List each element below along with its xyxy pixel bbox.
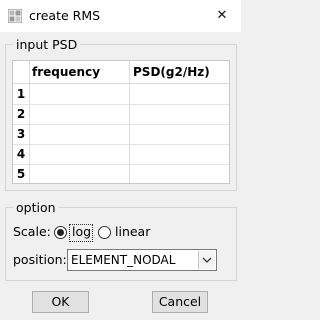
row-number: 3 (16, 127, 26, 141)
column-header-frequency[interactable]: frequency (32, 65, 100, 79)
create-rms-dialog: create RMS ✕ input PSD frequency PSD(g2/… (0, 0, 241, 320)
scale-log-radio[interactable] (54, 226, 67, 239)
window-title: create RMS (29, 8, 101, 23)
table-row[interactable]: 5 (13, 164, 229, 184)
scale-linear-label[interactable]: linear (115, 224, 150, 239)
chevron-down-icon[interactable] (198, 251, 215, 269)
row-number: 1 (16, 87, 26, 101)
table-row[interactable]: 1 (13, 84, 229, 105)
table-row[interactable]: 3 (13, 124, 229, 145)
table-row[interactable]: 4 (13, 144, 229, 165)
cancel-button[interactable]: Cancel (152, 291, 208, 313)
position-select[interactable]: ELEMENT_NODAL (67, 249, 217, 271)
scale-log-label[interactable]: log (72, 224, 91, 239)
scale-label: Scale: (13, 224, 51, 239)
app-icon (7, 8, 23, 24)
position-select-value: ELEMENT_NODAL (71, 253, 176, 267)
psd-table[interactable]: frequency PSD(g2/Hz) 1 2 3 4 5 (12, 60, 230, 184)
row-number: 2 (16, 107, 26, 121)
option-group-title: option (13, 200, 59, 215)
table-row[interactable]: 2 (13, 104, 229, 125)
title-bar: create RMS ✕ (0, 0, 241, 32)
close-icon[interactable]: ✕ (211, 6, 233, 26)
position-label: position: (13, 252, 67, 267)
row-number: 5 (16, 167, 26, 181)
table-header-row: frequency PSD(g2/Hz) (13, 61, 229, 84)
ok-button[interactable]: OK (32, 291, 89, 313)
input-psd-group-title: input PSD (13, 37, 81, 52)
column-header-psd[interactable]: PSD(g2/Hz) (133, 65, 210, 79)
row-number: 4 (16, 147, 26, 161)
scale-linear-radio[interactable] (98, 226, 111, 239)
